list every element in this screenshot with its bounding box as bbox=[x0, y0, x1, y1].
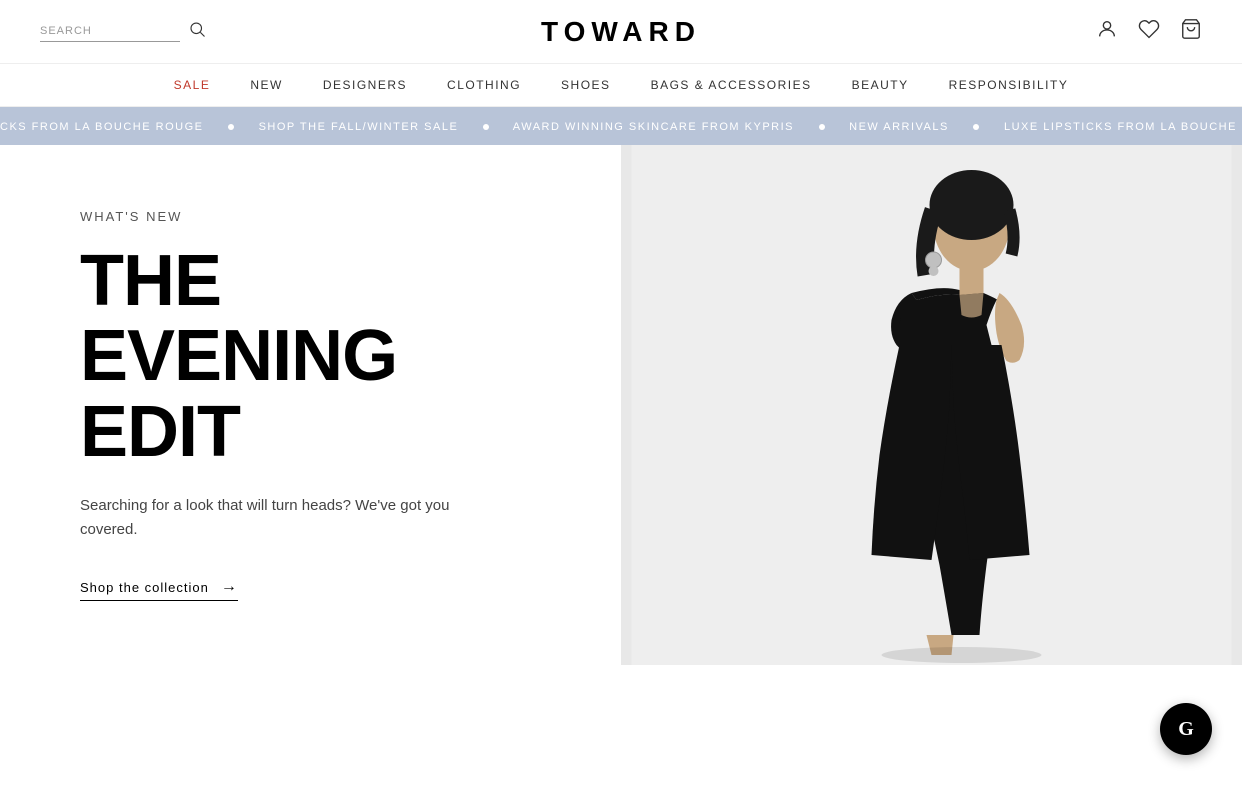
hero-text-area: WHAT'S NEW THE EVENING EDIT Searching fo… bbox=[0, 145, 621, 665]
ticker-dot bbox=[819, 124, 825, 130]
hero-section: WHAT'S NEW THE EVENING EDIT Searching fo… bbox=[0, 145, 1242, 665]
hero-subtitle: Searching for a look that will turn head… bbox=[80, 494, 460, 542]
cart-icon[interactable] bbox=[1180, 18, 1202, 45]
ticker-content: CKS FROM LA BOUCHE ROUGE SHOP THE FALL/W… bbox=[0, 121, 1242, 133]
search-icon[interactable] bbox=[188, 20, 206, 43]
announcement-ticker: CKS FROM LA BOUCHE ROUGE SHOP THE FALL/W… bbox=[0, 107, 1242, 145]
chat-icon: G bbox=[1178, 718, 1194, 741]
header: TOWARD bbox=[0, 0, 1242, 64]
main-nav: SALE NEW DESIGNERS CLOTHING SHOES BAGS &… bbox=[0, 64, 1242, 107]
model-illustration bbox=[621, 145, 1242, 665]
nav-item-sale[interactable]: SALE bbox=[174, 78, 211, 92]
nav-item-bags[interactable]: BAGS & ACCESSORIES bbox=[651, 78, 812, 92]
nav-item-shoes[interactable]: SHOES bbox=[561, 78, 611, 92]
search-input[interactable] bbox=[40, 21, 180, 42]
ticker-dot bbox=[228, 124, 234, 130]
hero-title-line1: THE EVENING bbox=[80, 241, 397, 397]
ticker-dot bbox=[973, 124, 979, 130]
hero-title-line2: EDIT bbox=[80, 392, 240, 472]
hero-label: WHAT'S NEW bbox=[80, 209, 541, 224]
nav-item-beauty[interactable]: BEAUTY bbox=[852, 78, 909, 92]
site-logo[interactable]: TOWARD bbox=[541, 16, 701, 48]
nav-item-responsibility[interactable]: RESPONSIBILITY bbox=[949, 78, 1069, 92]
header-actions bbox=[1002, 18, 1202, 45]
cta-arrow-icon: → bbox=[221, 578, 238, 596]
hero-image bbox=[621, 145, 1242, 665]
cta-label: Shop the collection bbox=[80, 580, 209, 595]
search-area bbox=[40, 20, 240, 43]
chat-widget-button[interactable]: G bbox=[1160, 703, 1212, 755]
hero-title: THE EVENING EDIT bbox=[80, 244, 541, 471]
wishlist-icon[interactable] bbox=[1138, 18, 1160, 45]
shop-collection-link[interactable]: Shop the collection → bbox=[80, 578, 238, 601]
nav-item-new[interactable]: NEW bbox=[250, 78, 283, 92]
account-icon[interactable] bbox=[1096, 18, 1118, 45]
nav-item-clothing[interactable]: CLOTHING bbox=[447, 78, 521, 92]
nav-item-designers[interactable]: DESIGNERS bbox=[323, 78, 407, 92]
ticker-dot bbox=[483, 124, 489, 130]
